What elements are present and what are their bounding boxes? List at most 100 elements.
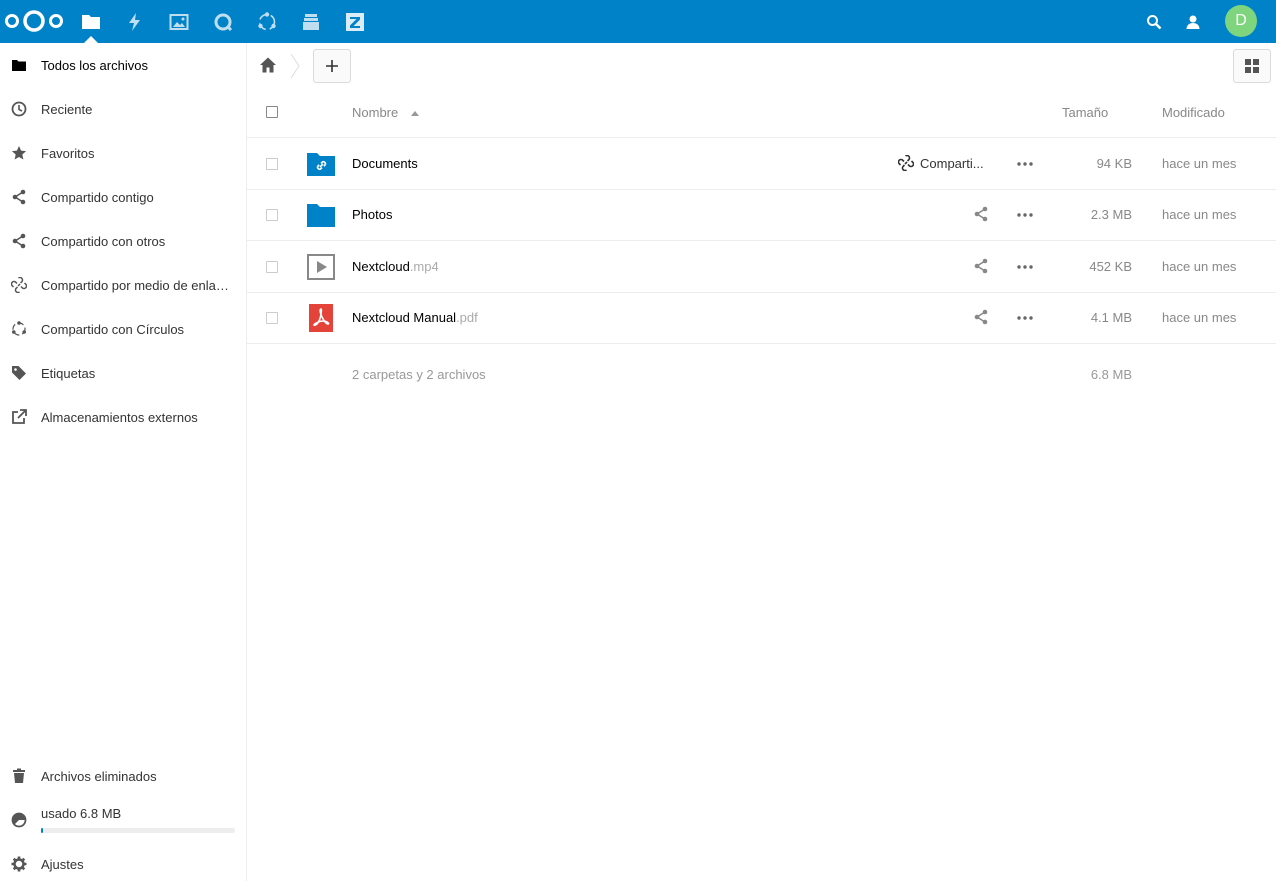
controls-bar [247, 43, 1276, 87]
new-button[interactable] [313, 49, 351, 83]
search-icon [1147, 14, 1162, 29]
app-talk[interactable] [201, 0, 245, 43]
sidebar-item-label: Compartido con otros [41, 233, 166, 249]
sidebar-item-all-files[interactable]: Todos los archivos [0, 43, 246, 87]
share-button[interactable]: Comparti... [898, 155, 984, 171]
file-name[interactable]: Nextcloud Manual.pdf [352, 310, 478, 325]
app-circles[interactable] [245, 0, 289, 43]
table-row[interactable]: Nextcloud.mp4 452 KB hace un mes [247, 241, 1276, 293]
file-name[interactable]: Nextcloud.mp4 [352, 259, 439, 274]
grid-view-toggle[interactable] [1233, 49, 1271, 83]
trash-icon [13, 768, 25, 783]
sidebar-item-shared-with-you[interactable]: Compartido contigo [0, 175, 246, 219]
top-bar: D [0, 0, 1276, 43]
table-row[interactable]: Documents Comparti... 94 KB hace un mes [247, 138, 1276, 190]
user-avatar[interactable]: D [1225, 5, 1257, 37]
sidebar-item-label: Reciente [41, 101, 93, 117]
link-icon [898, 155, 914, 171]
column-modified-header[interactable]: Modificado [1162, 105, 1225, 120]
sidebar-item-label: Compartido contigo [41, 189, 154, 205]
column-name-header[interactable]: Nombre [352, 105, 398, 120]
quota-label: usado 6.8 MB [41, 806, 122, 821]
sidebar-item-external-storage[interactable]: Almacenamientos externos [0, 395, 246, 439]
files-icon [82, 14, 100, 29]
more-actions-icon[interactable] [1016, 156, 1034, 172]
contacts-icon [1186, 15, 1200, 29]
sidebar-item-deleted-files[interactable]: Archivos eliminados [0, 754, 246, 798]
share-icon [974, 258, 988, 274]
file-modified: hace un mes [1162, 207, 1237, 222]
file-modified: hace un mes [1162, 156, 1237, 171]
tag-icon [12, 366, 26, 380]
share-label: Comparti... [920, 155, 984, 171]
file-name[interactable]: Documents [352, 156, 418, 171]
file-modified: hace un mes [1162, 259, 1237, 274]
quota-pie-icon [11, 812, 27, 828]
grid-icon [1245, 59, 1259, 73]
shared-folder-icon [307, 153, 335, 176]
video-file-icon [307, 254, 335, 280]
share-icon [974, 206, 988, 222]
home-icon[interactable] [259, 56, 277, 74]
sidebar-item-shared-with-circles[interactable]: Compartido con Círculos [0, 307, 246, 351]
breadcrumb-separator [290, 53, 300, 79]
circles-icon [12, 321, 26, 336]
more-actions-icon[interactable] [1016, 259, 1034, 275]
row-checkbox[interactable] [266, 261, 278, 273]
share-button[interactable] [973, 309, 989, 325]
activity-icon [129, 12, 140, 31]
quota-progress-bar [41, 828, 235, 833]
table-row[interactable]: Nextcloud Manual.pdf 4.1 MB hace un mes [247, 292, 1276, 344]
select-all-checkbox[interactable] [266, 106, 278, 118]
sidebar-item-label: Todos los archivos [41, 57, 148, 73]
more-actions-icon[interactable] [1016, 207, 1034, 223]
share-icon [12, 189, 26, 205]
gear-icon [11, 856, 27, 872]
row-checkbox[interactable] [266, 209, 278, 221]
sidebar-item-favorites[interactable]: Favoritos [0, 131, 246, 175]
quota-progress-fill [41, 828, 43, 833]
talk-icon [214, 13, 233, 31]
sidebar-item-shared-by-link[interactable]: Compartido por medio de enlaces [0, 263, 246, 307]
sidebar-item-label: Archivos eliminados [41, 768, 157, 784]
file-modified: hace un mes [1162, 310, 1237, 325]
sidebar-item-settings[interactable]: Ajustes [0, 842, 246, 886]
row-checkbox[interactable] [266, 312, 278, 324]
summary-count: 2 carpetas y 2 archivos [352, 367, 486, 382]
nextcloud-logo[interactable] [4, 9, 64, 33]
sidebar-item-label: Favoritos [41, 145, 95, 161]
app-navigation: Todos los archivos Reciente Favoritos Co… [0, 43, 247, 881]
app-activity[interactable] [113, 0, 157, 43]
sidebar-item-tags[interactable]: Etiquetas [0, 351, 246, 395]
file-name[interactable]: Photos [352, 207, 392, 222]
share-icon [12, 233, 26, 249]
app-zammad[interactable] [333, 0, 377, 43]
sidebar-item-recent[interactable]: Reciente [0, 87, 246, 131]
file-size: 2.3 MB [1090, 207, 1132, 222]
folder-icon [12, 60, 26, 71]
clock-icon [11, 101, 27, 117]
column-size-header[interactable]: Tamaño [1062, 105, 1108, 120]
star-icon [11, 146, 27, 160]
share-button[interactable] [973, 258, 989, 274]
sort-ascending-icon [411, 111, 419, 116]
share-icon [974, 309, 988, 325]
deck-icon [303, 13, 319, 30]
sidebar-item-label: Compartido con Círculos [41, 321, 185, 337]
circles-icon [258, 11, 276, 30]
sidebar-item-label: Etiquetas [41, 365, 96, 381]
zammad-icon [346, 12, 364, 31]
file-size: 4.1 MB [1090, 310, 1132, 325]
app-photos[interactable] [157, 0, 201, 43]
contacts-button[interactable] [1173, 0, 1213, 43]
search-button[interactable] [1134, 0, 1174, 43]
app-deck[interactable] [289, 0, 333, 43]
sidebar-item-shared-with-others[interactable]: Compartido con otros [0, 219, 246, 263]
row-checkbox[interactable] [266, 158, 278, 170]
more-actions-icon[interactable] [1016, 310, 1034, 326]
summary-size: 6.8 MB [1090, 367, 1132, 382]
sidebar-item-label: Compartido por medio de enlaces [41, 277, 233, 293]
share-button[interactable] [973, 206, 989, 222]
sidebar-item-label: Almacenamientos externos [41, 409, 198, 425]
table-row[interactable]: Photos 2.3 MB hace un mes [247, 189, 1276, 241]
